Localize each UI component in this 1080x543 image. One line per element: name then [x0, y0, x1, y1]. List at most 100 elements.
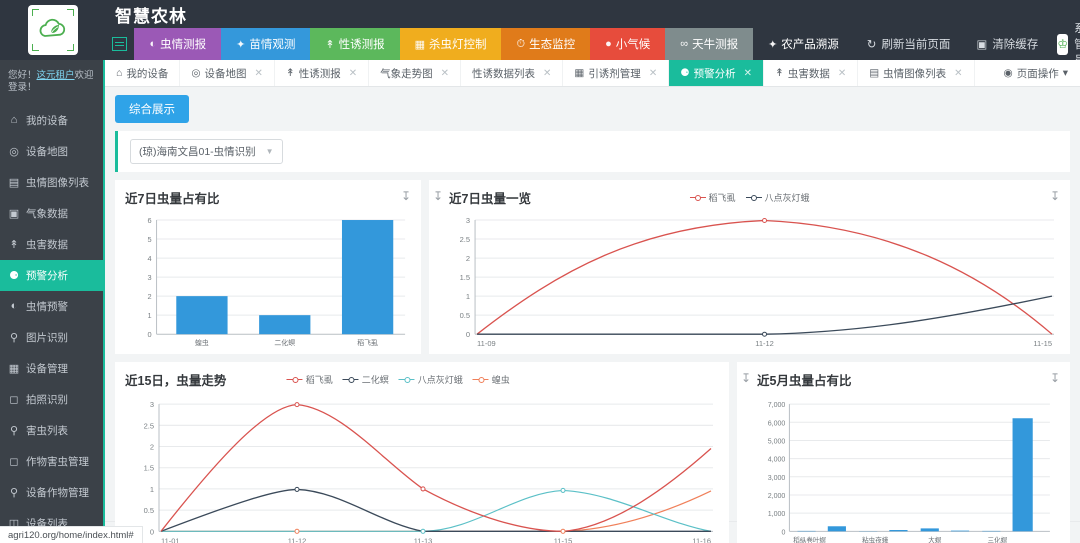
legend-label: 八点灰灯蛾 — [417, 374, 463, 385]
legend-label: 稻飞虱 — [305, 374, 333, 385]
close-icon[interactable]: ✕ — [649, 68, 657, 79]
bug-icon: ◐ — [149, 38, 157, 50]
svg-text:0.5: 0.5 — [460, 311, 470, 320]
close-icon[interactable]: ✕ — [543, 68, 551, 79]
svg-text:3: 3 — [148, 273, 152, 282]
svg-text:11-01: 11-01 — [161, 537, 180, 543]
legend-item[interactable]: 二化螟 — [342, 373, 389, 386]
nav-item-label: 虫情测报 — [160, 39, 207, 51]
grid-icon: ▦ — [574, 67, 585, 79]
nav-item-chongqingcebao[interactable]: ◐ 虫情测报 — [134, 28, 222, 60]
page-operations-menu[interactable]: ◉ 页面操作 ▾ — [992, 60, 1080, 86]
tab-sex-lure-report[interactable]: ↟ 性诱测报 ✕ — [275, 60, 370, 86]
sidebar-item-warning-analysis[interactable]: ⚈ 预警分析 — [0, 259, 103, 291]
close-icon[interactable]: ✕ — [744, 68, 752, 79]
sidebar-item-pest-list[interactable]: ⚲ 害虫列表 — [0, 415, 103, 446]
tab-attractant-management[interactable]: ▦ 引诱剂管理 ✕ — [563, 60, 670, 86]
close-icon[interactable]: ✕ — [349, 68, 357, 79]
tab-weather-trend-chart[interactable]: 气象走势图 ✕ — [369, 60, 461, 86]
sidebar-item-label: 拍照识别 — [26, 393, 68, 406]
legend-item[interactable]: 蝗虫 — [472, 373, 510, 386]
svg-text:4,000: 4,000 — [768, 457, 786, 464]
svg-text:2: 2 — [148, 292, 152, 301]
nav-item-shengtaijiankong[interactable]: ⏱ 生态监控 — [501, 28, 591, 60]
hamburger-menu-icon[interactable] — [105, 28, 135, 60]
tab-device-map[interactable]: ◎ 设备地图 ✕ — [180, 60, 275, 86]
chevron-down-icon: ▾ — [1062, 67, 1068, 79]
pulse-icon: ↟ — [325, 38, 335, 51]
clock-icon: ⏱ — [516, 37, 526, 50]
svg-text:三化螟: 三化螟 — [988, 536, 1008, 543]
nav-item-xiaoqihou[interactable]: ● 小气候 — [590, 28, 666, 60]
greeting-prefix: 您好！ — [8, 70, 37, 81]
clear-cache-button[interactable]: ▣ 清除缓存 — [963, 28, 1051, 60]
panel-header: ↧ 近7日虫量一览 稻飞虱 八点灰灯蛾 ↧ — [433, 188, 1060, 206]
sidebar-item-pest-warning[interactable]: ◐ 虫情预警 — [0, 291, 103, 322]
download-icon[interactable]: ↧ — [1050, 371, 1060, 385]
legend-item[interactable]: 八点灰灯蛾 — [398, 373, 463, 386]
sidebar-item-device-management[interactable]: ▦ 设备管理 — [0, 353, 103, 384]
legend-label: 八点灰灯蛾 — [764, 192, 810, 203]
svg-text:5: 5 — [148, 235, 152, 244]
close-icon[interactable]: ✕ — [255, 68, 263, 79]
tenant-link[interactable]: 这元租户 — [37, 70, 75, 81]
browser-status-bar: agri120.org/home/index.html# — [0, 526, 143, 543]
tab-pest-image-list[interactable]: ▤ 虫情图像列表 ✕ — [858, 60, 975, 86]
tab-label: 性诱数据列表 — [472, 67, 535, 80]
sidebar-item-label: 我的设备 — [26, 114, 68, 127]
nav-item-nongchanpinsuyuan[interactable]: ✦ 农产品溯源 — [753, 28, 854, 60]
panel-header: 近15日，虫量走势 稻飞虱 二化螟 八点灰灯蛾 蝗虫 — [125, 370, 719, 388]
tab-warning-analysis[interactable]: ⚈ 预警分析 ✕ — [669, 60, 765, 86]
nav-item-shachongdengkongzhi[interactable]: ▦ 杀虫灯控制 — [399, 28, 502, 60]
svg-text:0: 0 — [150, 528, 154, 537]
application-root: 智慧农林 ◐ 虫情测报 ✦ 苗情观测 ↟ 性诱测报 ▦ 杀虫灯控制 ⏱ 生态监控… — [0, 0, 1080, 543]
legend-item[interactable]: 稻飞虱 — [689, 191, 736, 204]
tab-sex-lure-data-list[interactable]: 性诱数据列表 ✕ — [461, 60, 564, 86]
nav-item-tianniucebao[interactable]: ∞ 天牛测报 — [665, 28, 754, 60]
composite-display-button[interactable]: 综合展示 — [115, 95, 189, 123]
close-icon[interactable]: ✕ — [838, 68, 846, 79]
user-menu[interactable]: ♔ 系统管理员 ▾ — [1051, 23, 1080, 67]
nav-item-miaoqingguance[interactable]: ✦ 苗情观测 — [221, 28, 311, 60]
search-icon: ⚲ — [9, 424, 19, 437]
panel-header: 近7日虫量占有比 ↧ — [125, 188, 411, 206]
svg-text:0: 0 — [148, 330, 152, 339]
trash-icon: ▣ — [976, 39, 988, 51]
svg-text:3,000: 3,000 — [768, 475, 786, 482]
download-icon[interactable]: ↧ — [401, 189, 411, 203]
sidebar-item-label: 气象数据 — [26, 207, 68, 220]
sidebar-item-label: 设备作物管理 — [26, 486, 89, 499]
square-icon: ◻ — [9, 455, 19, 468]
legend-item[interactable]: 稻飞虱 — [286, 373, 333, 386]
target-icon: ◉ — [1003, 67, 1013, 79]
sidebar-item-crop-pest-management[interactable]: ◻ 作物害虫管理 — [0, 446, 103, 477]
close-icon[interactable]: ✕ — [441, 68, 449, 79]
refresh-icon: ↻ — [866, 39, 877, 51]
refresh-page-button[interactable]: ↻ 刷新当前页面 — [854, 28, 964, 60]
svg-text:1.5: 1.5 — [460, 273, 470, 282]
sidebar-item-device-map[interactable]: ◎ 设备地图 — [0, 136, 103, 167]
sidebar-item-image-recognition[interactable]: ⚲ 图片识别 — [0, 322, 103, 353]
beetle-icon: ∞ — [680, 38, 689, 50]
download-icon[interactable]: ↧ — [1050, 189, 1060, 203]
svg-text:11-15: 11-15 — [1033, 339, 1052, 348]
sidebar-item-device-crop-management[interactable]: ⚲ 设备作物管理 — [0, 477, 103, 508]
device-select[interactable]: (琼)海南文昌01-虫情识别 ▼ — [130, 139, 283, 164]
sidebar-item-pest-data[interactable]: ↟ 虫害数据 — [0, 229, 103, 260]
leaf-cloud-logo — [27, 5, 78, 55]
sidebar-item-pest-image-list[interactable]: ▤ 虫情图像列表 — [0, 167, 103, 198]
sidebar-item-label: 虫情预警 — [26, 300, 68, 313]
sidebar-item-my-devices[interactable]: ⌂ 我的设备 — [0, 105, 103, 136]
top-zone: 智慧农林 ◐ 虫情测报 ✦ 苗情观测 ↟ 性诱测报 ▦ 杀虫灯控制 ⏱ 生态监控… — [0, 0, 1080, 67]
sidebar-item-weather-data[interactable]: ▣ 气象数据 — [0, 198, 103, 229]
nav-item-xingyoucebao[interactable]: ↟ 性诱测报 — [310, 28, 400, 60]
image-icon: ▤ — [8, 176, 20, 189]
legend-item[interactable]: 八点灰灯蛾 — [745, 191, 810, 204]
grid-icon: ▦ — [8, 362, 20, 375]
sidebar-item-photo-recognition[interactable]: ◻ 拍照识别 — [0, 384, 103, 415]
tab-my-devices[interactable]: ⌂ 我的设备 — [105, 60, 181, 86]
svg-text:11-12: 11-12 — [755, 339, 774, 348]
tab-pest-data[interactable]: ↟ 虫害数据 ✕ — [764, 60, 859, 86]
download-icon[interactable]: ↧ — [741, 371, 1060, 385]
close-icon[interactable]: ✕ — [954, 68, 962, 79]
